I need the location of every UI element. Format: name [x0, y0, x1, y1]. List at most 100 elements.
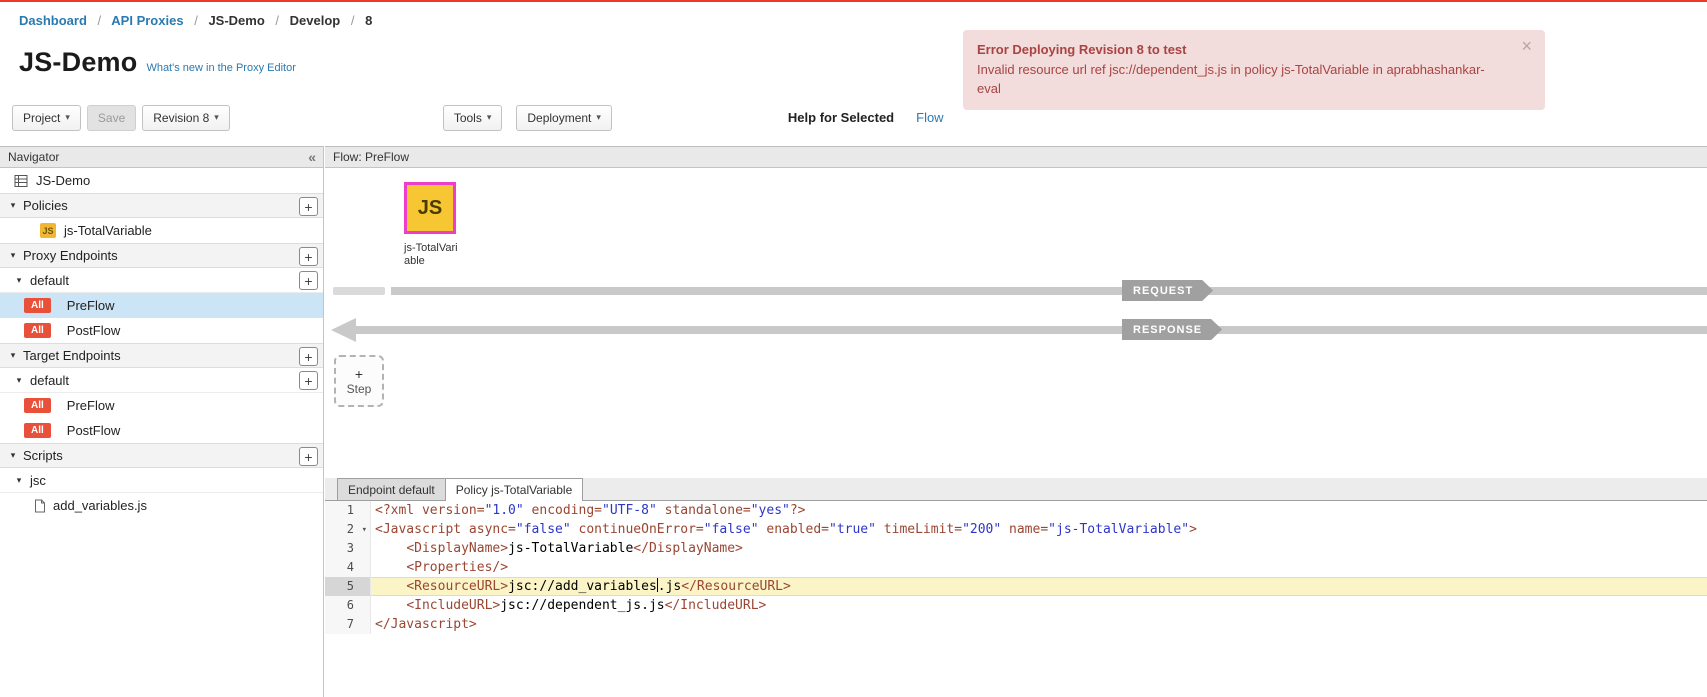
nav-item-policy[interactable]: JS js-TotalVariable	[0, 218, 323, 243]
project-button-label: Project	[23, 111, 60, 125]
code-text[interactable]: <DisplayName>js-TotalVariable</DisplayNa…	[371, 539, 1707, 558]
code-segment: <IncludeURL>	[406, 598, 500, 613]
flow-all-badge: All	[24, 423, 51, 438]
code-segment: "js-TotalVariable"	[1048, 522, 1189, 537]
code-segment: enabled=	[759, 522, 829, 537]
caret-down-icon: ▾	[487, 112, 492, 123]
caret-down-icon: ▾	[8, 250, 18, 261]
whats-new-link[interactable]: What's new in the Proxy Editor	[146, 62, 295, 74]
nav-item-proxy-preflow-label: PreFlow	[67, 298, 115, 313]
code-segment: "false"	[516, 522, 571, 537]
tools-button-label: Tools	[454, 111, 482, 125]
deployment-button[interactable]: Deployment ▾	[516, 105, 612, 131]
error-banner: Error Deploying Revision 8 to test Inval…	[963, 30, 1545, 110]
nav-item-target-preflow[interactable]: All PreFlow	[0, 393, 323, 418]
breadcrumb-separator: /	[351, 13, 355, 28]
code-text[interactable]: <IncludeURL>jsc://dependent_js.js</Inclu…	[371, 596, 1707, 615]
js-policy-node[interactable]: JS	[404, 182, 456, 234]
breadcrumb-dashboard[interactable]: Dashboard	[19, 13, 87, 28]
save-button[interactable]: Save	[87, 105, 136, 131]
code-text[interactable]: </Javascript>	[371, 615, 1707, 634]
js-policy-node-label: js-TotalVariable	[404, 242, 462, 268]
save-button-label: Save	[98, 111, 125, 125]
code-segment: encoding=	[524, 503, 602, 518]
code-segment: </DisplayName>	[633, 541, 743, 556]
nav-item-proxy-postflow[interactable]: All PostFlow	[0, 318, 323, 343]
code-line[interactable]: 5 <ResourceURL>jsc://add_variables.js</R…	[325, 577, 1707, 596]
code-line[interactable]: 2▾<Javascript async="false" continueOnEr…	[325, 520, 1707, 539]
nav-item-target-default[interactable]: ▾ default +	[0, 368, 323, 393]
code-segment: continueOnError=	[571, 522, 704, 537]
code-line[interactable]: 1<?xml version="1.0" encoding="UTF-8" st…	[325, 501, 1707, 520]
nav-item-jsc-folder[interactable]: ▾ jsc	[0, 468, 323, 493]
breadcrumb-develop: Develop	[290, 13, 341, 28]
nav-section-proxy-endpoints-label: Proxy Endpoints	[23, 248, 118, 263]
nav-item-target-default-label: default	[30, 373, 69, 388]
code-segment: .js	[658, 579, 681, 594]
line-number: 5	[325, 577, 371, 596]
code-segment: "200"	[962, 522, 1001, 537]
nav-item-target-postflow[interactable]: All PostFlow	[0, 418, 323, 443]
request-flow-bar-lead	[333, 287, 385, 295]
nav-section-policies[interactable]: ▾ Policies +	[0, 193, 323, 218]
tools-button[interactable]: Tools ▾	[443, 105, 503, 131]
code-segment: <ResourceURL>	[406, 579, 508, 594]
code-text[interactable]: <Javascript async="false" continueOnErro…	[371, 520, 1707, 539]
project-button[interactable]: Project ▾	[12, 105, 81, 131]
error-banner-message: Invalid resource url ref jsc://dependent…	[977, 60, 1505, 99]
nav-item-proxy-default[interactable]: ▾ default +	[0, 268, 323, 293]
add-target-flow-button[interactable]: +	[299, 371, 318, 390]
code-segment	[375, 598, 406, 613]
breadcrumb-api-proxies[interactable]: API Proxies	[111, 13, 183, 28]
flow-panel: Flow: PreFlow JS js-TotalVariable REQUES…	[325, 146, 1707, 478]
response-arrow-icon	[331, 318, 356, 342]
code-segment	[375, 560, 406, 575]
code-segment: <Javascript async=	[375, 522, 516, 537]
nav-item-script-file[interactable]: add_variables.js	[0, 493, 323, 518]
nav-section-policies-label: Policies	[23, 198, 68, 213]
nav-item-script-file-label: add_variables.js	[53, 498, 147, 513]
flow-all-badge: All	[24, 398, 51, 413]
code-line[interactable]: 3 <DisplayName>js-TotalVariable</Display…	[325, 539, 1707, 558]
line-number: 4	[325, 558, 371, 577]
editor-tabbar: Endpoint default Policy js-TotalVariable	[325, 478, 1707, 501]
page-title: JS-Demo	[19, 47, 137, 78]
add-proxy-endpoint-button[interactable]: +	[299, 247, 318, 266]
add-step-button[interactable]: + Step	[334, 355, 384, 407]
line-number: 7	[325, 615, 371, 634]
close-icon[interactable]: ×	[1521, 37, 1532, 55]
fold-caret-icon[interactable]: ▾	[362, 521, 367, 540]
tab-endpoint-default[interactable]: Endpoint default	[337, 478, 446, 500]
nav-item-policy-label: js-TotalVariable	[64, 223, 152, 238]
add-target-endpoint-button[interactable]: +	[299, 347, 318, 366]
revision-button[interactable]: Revision 8 ▾	[142, 105, 230, 131]
breadcrumb: Dashboard / API Proxies / JS-Demo / Deve…	[19, 13, 372, 28]
collapse-panel-icon[interactable]: «	[308, 149, 315, 165]
nav-item-proxy-root[interactable]: JS-Demo	[0, 168, 323, 193]
add-proxy-flow-button[interactable]: +	[299, 271, 318, 290]
caret-down-icon: ▾	[596, 112, 601, 123]
response-flow-bar	[355, 326, 1707, 334]
flow-canvas: JS js-TotalVariable REQUEST RESPONSE + S…	[325, 168, 1707, 478]
help-flow-link[interactable]: Flow	[916, 110, 943, 125]
code-segment: timeLimit=	[876, 522, 962, 537]
code-editor[interactable]: 1<?xml version="1.0" encoding="UTF-8" st…	[325, 501, 1707, 634]
page-header: JS-Demo What's new in the Proxy Editor	[19, 47, 296, 78]
line-number: 2▾	[325, 520, 371, 539]
code-text[interactable]: <ResourceURL>jsc://add_variables.js</Res…	[371, 577, 1707, 596]
code-segment: "1.0"	[485, 503, 524, 518]
code-text[interactable]: <?xml version="1.0" encoding="UTF-8" sta…	[371, 501, 1707, 520]
nav-item-proxy-postflow-label: PostFlow	[67, 323, 120, 338]
nav-section-target-endpoints[interactable]: ▾ Target Endpoints +	[0, 343, 323, 368]
nav-section-scripts[interactable]: ▾ Scripts +	[0, 443, 323, 468]
code-line[interactable]: 7</Javascript>	[325, 615, 1707, 634]
code-line[interactable]: 6 <IncludeURL>jsc://dependent_js.js</Inc…	[325, 596, 1707, 615]
add-script-button[interactable]: +	[299, 447, 318, 466]
code-line[interactable]: 4 <Properties/>	[325, 558, 1707, 577]
add-policy-button[interactable]: +	[299, 197, 318, 216]
code-text[interactable]: <Properties/>	[371, 558, 1707, 577]
code-segment: >	[1189, 522, 1197, 537]
nav-item-proxy-preflow[interactable]: All PreFlow	[0, 293, 323, 318]
tab-policy-js-totalvariable[interactable]: Policy js-TotalVariable	[445, 478, 584, 501]
nav-section-proxy-endpoints[interactable]: ▾ Proxy Endpoints +	[0, 243, 323, 268]
